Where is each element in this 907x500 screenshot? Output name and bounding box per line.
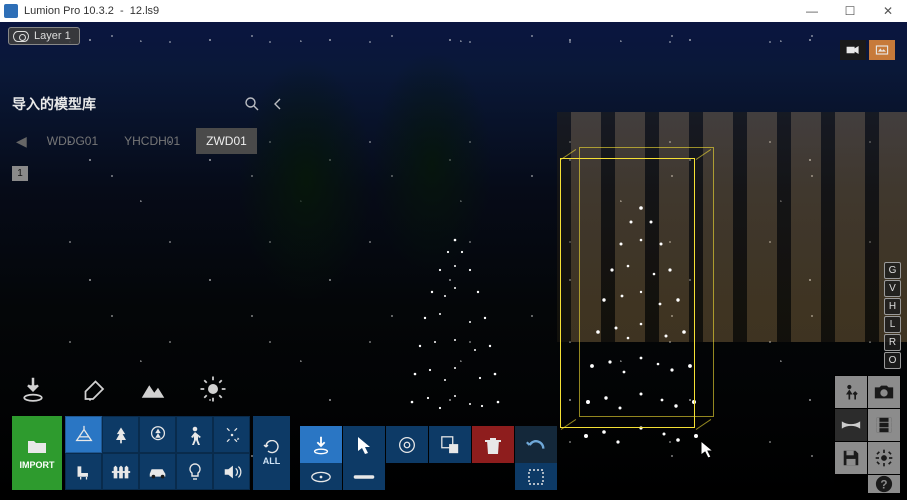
right-panel: ?: [834, 375, 901, 494]
camera-mode-button[interactable]: [840, 40, 866, 60]
photo-mode-button[interactable]: [868, 376, 900, 408]
library-pager: 1: [12, 166, 286, 181]
library-title: 导入的模型库: [12, 94, 96, 114]
place-tool[interactable]: [300, 426, 342, 463]
terrain-tool[interactable]: [138, 374, 168, 404]
help-button[interactable]: ?: [868, 475, 900, 493]
category-lights[interactable]: [176, 453, 213, 490]
library-tabs: ◀ WDDG01 YHCDH01 ZWD01: [12, 128, 286, 154]
undo-tool[interactable]: [515, 426, 557, 463]
render-mode-button[interactable]: [869, 40, 895, 60]
key-l[interactable]: L: [884, 316, 901, 333]
category-vehicles[interactable]: [139, 453, 176, 490]
delete-tool[interactable]: [472, 426, 514, 463]
key-g[interactable]: G: [884, 262, 901, 279]
svg-text:?: ?: [880, 479, 887, 492]
reload-icon: [263, 440, 281, 454]
window-maximize[interactable]: ☐: [831, 0, 869, 22]
key-h[interactable]: H: [884, 298, 901, 315]
category-trees-alt[interactable]: [139, 416, 176, 453]
library-panel: 导入的模型库 ◀ WDDG01 YHCDH01 ZWD01 1: [12, 94, 286, 181]
collapse-left-icon[interactable]: [270, 96, 286, 112]
transform-free-tool[interactable]: [300, 463, 342, 490]
viewport-3d[interactable]: Layer 1 导入的模型库 ◀ WDDG01 YHCDH01 ZWD01 1: [0, 22, 907, 500]
app-icon: [4, 4, 18, 18]
eye-icon: [13, 31, 29, 42]
category-nature-objects[interactable]: [65, 416, 102, 453]
category-sound[interactable]: [213, 453, 250, 490]
category-grid: [65, 416, 250, 490]
settings-button[interactable]: [868, 442, 900, 474]
file-name: 12.ls9: [130, 5, 159, 17]
weather-tool[interactable]: [198, 374, 228, 404]
key-hints: G V H L R O: [884, 262, 901, 369]
layer-label: Layer 1: [34, 30, 71, 42]
search-icon[interactable]: [244, 96, 260, 112]
eraser-tool[interactable]: [78, 374, 108, 404]
category-fx[interactable]: [213, 416, 250, 453]
page-1-button[interactable]: 1: [12, 166, 28, 181]
layer-badge[interactable]: Layer 1: [8, 27, 80, 45]
select-tool[interactable]: [343, 426, 385, 463]
import-label: IMPORT: [20, 460, 55, 470]
category-furniture[interactable]: [65, 453, 102, 490]
window-title: Lumion Pro 10.3.2 - 12.ls9: [24, 5, 159, 17]
import-button[interactable]: IMPORT: [12, 416, 62, 490]
marquee-select-tool[interactable]: [515, 463, 557, 490]
category-all-button[interactable]: ALL: [253, 416, 290, 490]
category-fences[interactable]: [102, 453, 139, 490]
key-r[interactable]: R: [884, 334, 901, 351]
tab-yhcdh01[interactable]: YHCDH01: [114, 128, 190, 154]
titlebar: Lumion Pro 10.3.2 - 12.ls9 — ☐ ✕: [0, 0, 907, 22]
category-trees[interactable]: [102, 416, 139, 453]
build-mode-button[interactable]: [835, 376, 867, 408]
mouse-cursor: [700, 440, 716, 460]
scale-tool[interactable]: [429, 426, 471, 463]
key-o[interactable]: O: [884, 352, 901, 369]
transform-axis-tool[interactable]: [343, 463, 385, 490]
tabs-prev-icon[interactable]: ◀: [12, 129, 31, 154]
app-name: Lumion Pro 10.3.2: [24, 5, 114, 17]
tab-zwd01[interactable]: ZWD01: [196, 128, 257, 154]
folder-icon: [26, 437, 48, 455]
window-close[interactable]: ✕: [869, 0, 907, 22]
all-label: ALL: [263, 456, 281, 466]
category-people[interactable]: [176, 416, 213, 453]
rotate-tool[interactable]: [386, 426, 428, 463]
panorama-mode-button[interactable]: [835, 409, 867, 441]
movie-mode-button[interactable]: [868, 409, 900, 441]
placement-toolbar: [300, 426, 558, 490]
place-object-tool[interactable]: [18, 374, 48, 404]
key-v[interactable]: V: [884, 280, 901, 297]
tab-wddg01[interactable]: WDDG01: [37, 128, 108, 154]
window-minimize[interactable]: —: [793, 0, 831, 22]
save-button[interactable]: [835, 442, 867, 474]
scene-building: [557, 112, 907, 342]
